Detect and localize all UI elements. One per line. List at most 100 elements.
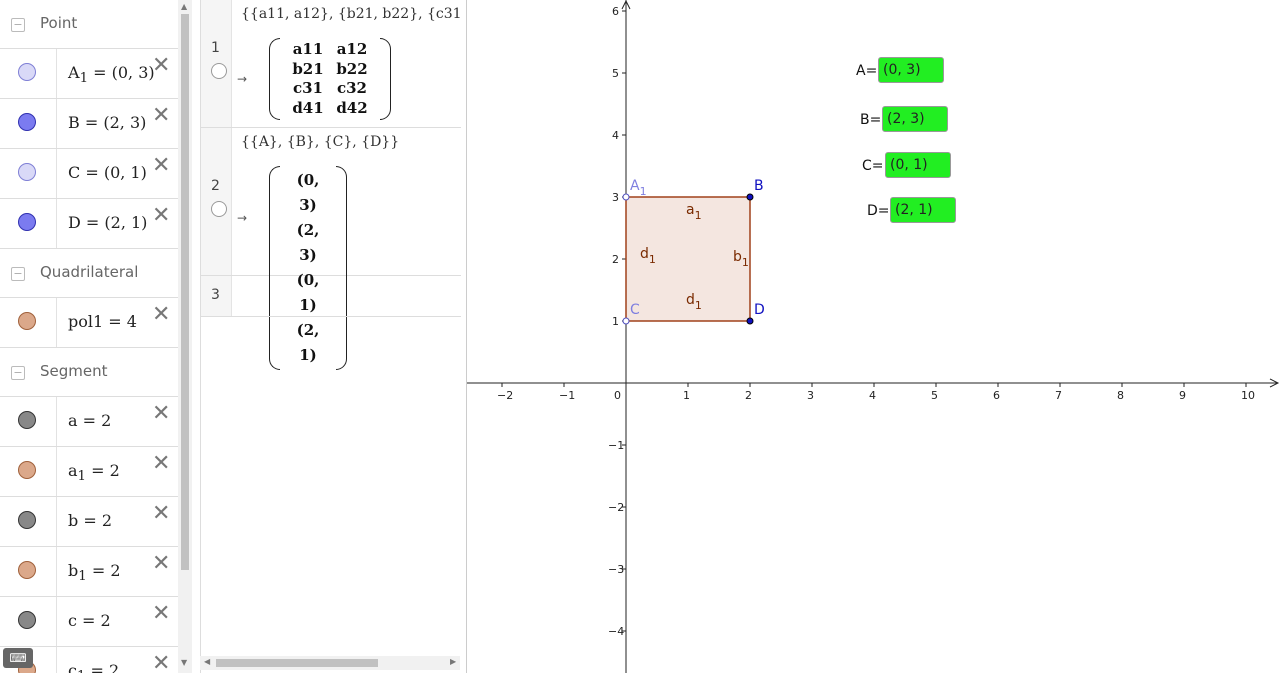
y-tick-label: 6 xyxy=(612,5,619,18)
algebra-item-A1[interactable]: A1 = (0, 3) ✕ xyxy=(0,49,178,99)
point-A1 xyxy=(622,193,630,201)
algebra-item-a1[interactable]: a1 = 2 ✕ xyxy=(0,447,178,497)
algebra-item-c[interactable]: c = 2 ✕ xyxy=(0,597,178,647)
delete-icon[interactable]: ✕ xyxy=(152,553,170,575)
algebra-expression[interactable]: c1 = 2 xyxy=(68,661,119,673)
scrollbar-thumb[interactable] xyxy=(181,14,189,570)
point-D xyxy=(746,317,754,325)
algebra-item-b[interactable]: b = 2 ✕ xyxy=(0,497,178,547)
group-title: Segment xyxy=(40,362,108,380)
visibility-toggle-icon[interactable] xyxy=(18,611,36,629)
group-title: Quadrilateral xyxy=(40,263,139,281)
x-tick-label: 10 xyxy=(1241,389,1255,402)
input-box-D[interactable]: (2, 1) xyxy=(890,197,956,223)
visibility-toggle-icon[interactable] xyxy=(18,312,36,330)
cas-row-number: 3 xyxy=(211,287,220,303)
visibility-toggle-icon[interactable] xyxy=(18,113,36,131)
group-header-quadrilateral[interactable]: − Quadrilateral xyxy=(0,249,178,298)
algebra-expression[interactable]: b1 = 2 xyxy=(68,561,121,584)
delete-icon[interactable]: ✕ xyxy=(152,55,170,77)
x-tick-label: 7 xyxy=(1055,389,1062,402)
y-tick-label: 2 xyxy=(612,253,619,266)
input-box-C[interactable]: (0, 1) xyxy=(885,152,951,178)
algebra-item-B[interactable]: B = (2, 3) ✕ xyxy=(0,99,178,149)
cas-row-2[interactable]: 2 {{A}, {B}, {C}, {D}} → (0, 3) (2, 3) (… xyxy=(201,128,461,370)
group-header-segment[interactable]: − Segment xyxy=(0,348,178,397)
cas-radio-button[interactable] xyxy=(211,201,227,217)
visibility-toggle-icon[interactable] xyxy=(18,63,36,81)
x-tick-label: −2 xyxy=(497,389,513,402)
algebra-view: − Point A1 = (0, 3) ✕ B = (2, 3) ✕ C = (… xyxy=(0,0,178,673)
y-tick-label: 1 xyxy=(612,315,619,328)
input-box-A[interactable]: (0, 3) xyxy=(878,57,944,83)
visibility-toggle-icon[interactable] xyxy=(18,561,36,579)
x-tick-label: 3 xyxy=(807,389,814,402)
visibility-toggle-icon[interactable] xyxy=(18,411,36,429)
delete-icon[interactable]: ✕ xyxy=(152,603,170,625)
x-tick-label: 9 xyxy=(1179,389,1186,402)
algebra-expression[interactable]: D = (2, 1) xyxy=(68,213,147,232)
x-tick-label: 2 xyxy=(745,389,752,402)
input-box-B[interactable]: (2, 3) xyxy=(882,106,948,132)
cas-row-1[interactable]: 1 {{a11, a12}, {b21, b22}, {c31, c32}, {… xyxy=(201,0,461,128)
cas-radio-button[interactable] xyxy=(211,63,227,79)
y-tick-label: −3 xyxy=(608,563,624,576)
cas-input[interactable]: {{a11, a12}, {b21, b22}, {c31, c32}, {d4… xyxy=(241,6,461,22)
delete-icon[interactable]: ✕ xyxy=(152,403,170,425)
algebra-expression[interactable]: A1 = (0, 3) xyxy=(68,63,155,86)
input-label-B: B= xyxy=(860,112,882,128)
cas-row-3[interactable]: 3 xyxy=(201,276,461,317)
delete-icon[interactable]: ✕ xyxy=(152,653,170,673)
visibility-toggle-icon[interactable] xyxy=(18,461,36,479)
x-tick-label: −1 xyxy=(559,389,575,402)
cas-row-number: 1 xyxy=(211,40,220,56)
visibility-toggle-icon[interactable] xyxy=(18,511,36,529)
keyboard-icon[interactable]: ⌨ xyxy=(3,648,33,668)
delete-icon[interactable]: ✕ xyxy=(152,304,170,326)
scroll-down-arrow-icon[interactable]: ▼ xyxy=(181,658,187,667)
algebra-item-a[interactable]: a = 2 ✕ xyxy=(0,397,178,447)
algebra-expression[interactable]: a = 2 xyxy=(68,411,111,430)
algebra-scrollbar[interactable]: ▲ ▼ xyxy=(178,0,192,673)
collapse-toggle[interactable]: − xyxy=(11,366,25,380)
collapse-toggle[interactable]: − xyxy=(11,267,25,281)
visibility-toggle-icon[interactable] xyxy=(18,213,36,231)
coordinate-plane[interactable]: −2 −1 0 1 2 3 4 5 6 7 8 9 10654321−1−2−3−4a1b1d1d1A1… xyxy=(467,0,1280,673)
scroll-up-arrow-icon[interactable]: ▲ xyxy=(181,2,187,11)
algebra-item-D[interactable]: D = (2, 1) ✕ xyxy=(0,199,178,249)
delete-icon[interactable]: ✕ xyxy=(152,155,170,177)
y-tick-label: 4 xyxy=(612,129,619,142)
scrollbar-thumb[interactable] xyxy=(216,659,378,667)
point-label-D: D xyxy=(754,302,765,318)
delete-icon[interactable]: ✕ xyxy=(152,105,170,127)
group-title: Point xyxy=(40,14,78,32)
y-tick-label: 3 xyxy=(612,191,619,204)
x-tick-label: 8 xyxy=(1117,389,1124,402)
algebra-expression[interactable]: a1 = 2 xyxy=(68,461,120,484)
algebra-item-b1[interactable]: b1 = 2 ✕ xyxy=(0,547,178,597)
delete-icon[interactable]: ✕ xyxy=(152,503,170,525)
x-tick-label: 4 xyxy=(869,389,876,402)
cas-horizontal-scrollbar[interactable]: ◀ ▶ xyxy=(200,656,460,670)
input-label-A: A= xyxy=(856,63,878,79)
collapse-toggle[interactable]: − xyxy=(11,18,25,32)
graphics-view[interactable]: −2 −1 0 1 2 3 4 5 6 7 8 9 10 6 5 4 3 2 1 −1 −2 −3 −4 a1 b1 d1 d1 A1… xyxy=(466,0,1280,673)
algebra-item-pol1[interactable]: pol1 = 4 ✕ xyxy=(0,298,178,348)
group-header-point[interactable]: − Point xyxy=(0,0,178,49)
algebra-expression[interactable]: C = (0, 1) xyxy=(68,163,147,182)
y-tick-label: 5 xyxy=(612,67,619,80)
delete-icon[interactable]: ✕ xyxy=(152,205,170,227)
delete-icon[interactable]: ✕ xyxy=(152,453,170,475)
algebra-expression[interactable]: b = 2 xyxy=(68,511,112,530)
scroll-left-arrow-icon[interactable]: ◀ xyxy=(204,657,210,666)
algebra-item-C[interactable]: C = (0, 1) ✕ xyxy=(0,149,178,199)
cas-input[interactable]: {{A}, {B}, {C}, {D}} xyxy=(241,134,461,150)
scroll-right-arrow-icon[interactable]: ▶ xyxy=(450,657,456,666)
algebra-expression[interactable]: pol1 = 4 xyxy=(68,312,137,331)
input-label-C: C= xyxy=(862,158,884,174)
algebra-expression[interactable]: B = (2, 3) xyxy=(68,113,146,132)
visibility-toggle-icon[interactable] xyxy=(18,163,36,181)
algebra-expression[interactable]: c = 2 xyxy=(68,611,111,630)
point-label-C: C xyxy=(630,302,640,318)
point-label-A1: A1 xyxy=(630,178,647,198)
